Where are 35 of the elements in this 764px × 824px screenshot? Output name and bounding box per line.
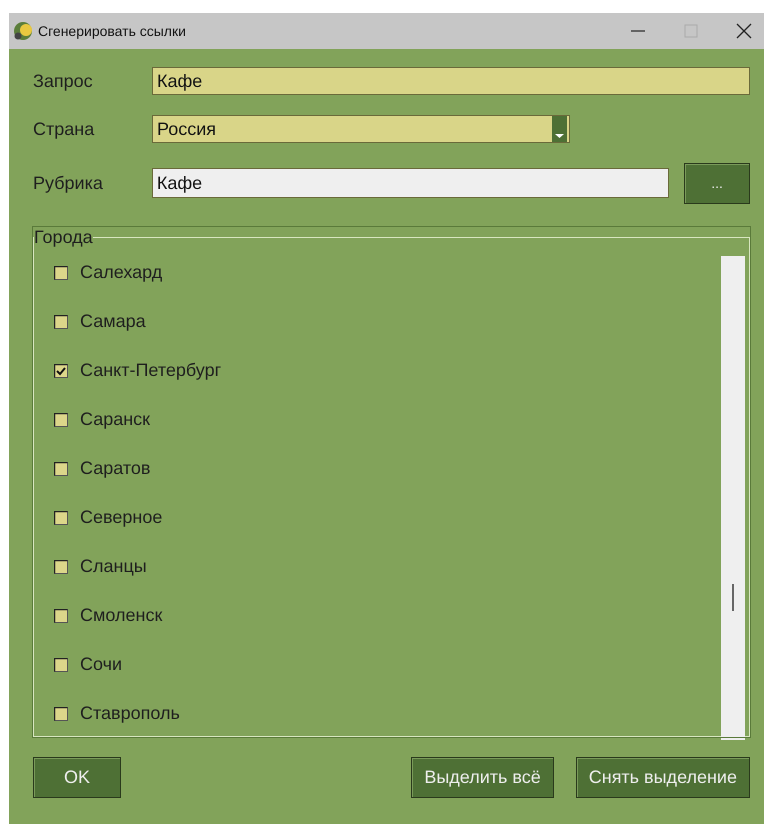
dropdown[interactable]: Россия bbox=[152, 115, 570, 143]
city-label[interactable]: Смоленск bbox=[80, 605, 162, 626]
clear-selection-button[interactable]: Снять выделение bbox=[576, 757, 750, 798]
checkbox[interactable] bbox=[54, 364, 68, 378]
city-label[interactable]: Саранск bbox=[80, 409, 150, 430]
input-field[interactable]: Кафе bbox=[152, 168, 670, 198]
app-icon bbox=[13, 21, 33, 41]
checkbox[interactable] bbox=[54, 412, 68, 426]
checkbox[interactable] bbox=[54, 266, 68, 280]
checkbox[interactable] bbox=[54, 608, 68, 622]
city-label[interactable]: Северное bbox=[80, 507, 162, 528]
city-label[interactable]: Салехард bbox=[80, 262, 162, 283]
city-label[interactable]: Самара bbox=[80, 311, 146, 332]
city-label[interactable]: Саратов bbox=[80, 458, 150, 479]
ok-button[interactable]: OK bbox=[33, 757, 121, 798]
scrollbar[interactable] bbox=[721, 256, 745, 740]
checkbox[interactable] bbox=[54, 314, 68, 328]
checkbox[interactable] bbox=[54, 658, 68, 672]
city-label[interactable]: Санкт-Петербург bbox=[80, 360, 222, 381]
browse-button[interactable]: ... bbox=[684, 162, 750, 204]
field-label: Рубрика bbox=[33, 172, 104, 194]
checkbox[interactable] bbox=[54, 560, 68, 574]
input-field[interactable]: Кафе bbox=[152, 67, 750, 95]
city-label[interactable]: Ставрополь bbox=[80, 703, 180, 724]
field-label: Запрос bbox=[33, 70, 94, 92]
city-label[interactable]: Сочи bbox=[80, 654, 122, 675]
window-title: Сгенерировать ссылки bbox=[38, 23, 187, 39]
checkbox[interactable] bbox=[54, 462, 68, 476]
field-label: Страна bbox=[33, 118, 96, 140]
city-label[interactable]: Сланцы bbox=[80, 556, 147, 577]
group-title: Города bbox=[34, 227, 93, 248]
close-icon[interactable] bbox=[736, 23, 752, 39]
checkbox[interactable] bbox=[54, 706, 68, 720]
select-all-button[interactable]: Выделить всё bbox=[411, 757, 554, 798]
checkbox[interactable] bbox=[54, 510, 68, 524]
